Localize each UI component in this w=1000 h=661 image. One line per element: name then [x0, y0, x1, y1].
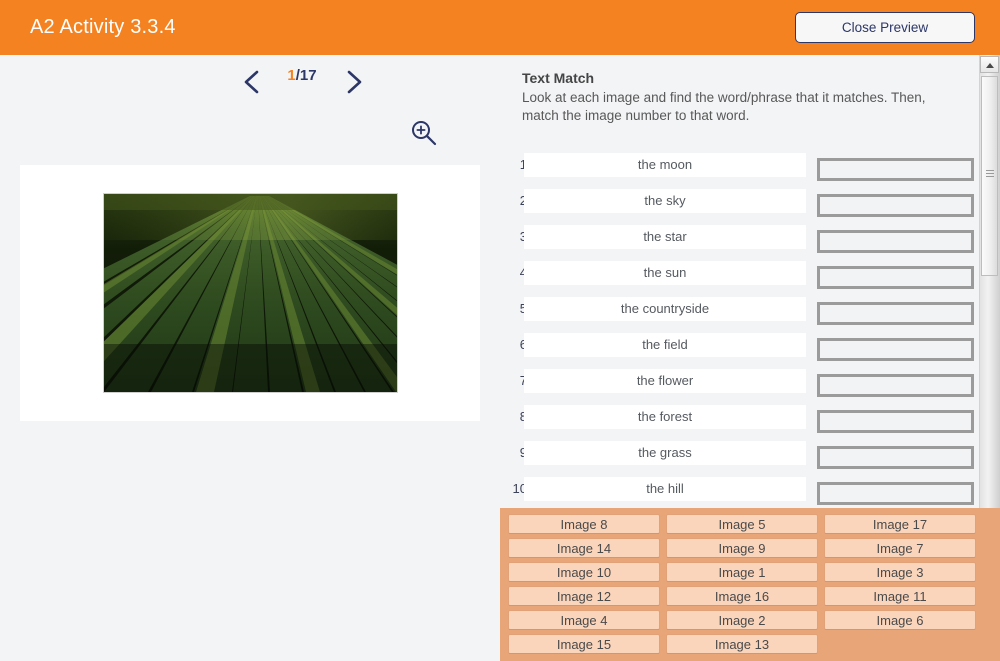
scroll-up-button[interactable] — [980, 56, 999, 73]
match-answer-dropzone[interactable] — [817, 482, 974, 505]
page-title: A2 Activity 3.3.4 — [30, 0, 176, 55]
match-word-label: the grass — [524, 441, 806, 465]
image-tile[interactable]: Image 17 — [824, 514, 976, 534]
activity-preview-window: A2 Activity 3.3.4 Close Preview 1/17 — [0, 0, 1000, 661]
image-tile[interactable]: Image 13 — [666, 634, 818, 654]
match-answer-dropzone[interactable] — [817, 158, 974, 181]
match-answer-dropzone[interactable] — [817, 446, 974, 469]
match-row: 5the countryside — [500, 297, 978, 333]
match-word-label: the field — [524, 333, 806, 357]
image-tile[interactable]: Image 8 — [508, 514, 660, 534]
page-total: 17 — [300, 67, 317, 84]
task-title: Text Match — [522, 69, 962, 87]
match-word-label: the forest — [524, 405, 806, 429]
next-image-button[interactable] — [334, 63, 372, 101]
close-preview-button[interactable]: Close Preview — [795, 12, 975, 43]
image-card — [20, 165, 480, 421]
match-word-label: the sky — [524, 189, 806, 213]
match-answer-dropzone[interactable] — [817, 374, 974, 397]
chevron-right-icon — [334, 63, 372, 101]
image-tile[interactable]: Image 1 — [666, 562, 818, 582]
image-tile[interactable]: Image 5 — [666, 514, 818, 534]
match-row: 8the forest — [500, 405, 978, 441]
match-row: 1the moon — [500, 153, 978, 189]
match-row-list: 1the moon2the sky3the star4the sun5the c… — [500, 153, 978, 513]
image-tile[interactable]: Image 15 — [508, 634, 660, 654]
match-row: 2the sky — [500, 189, 978, 225]
match-word-label: the flower — [524, 369, 806, 393]
image-tile[interactable]: Image 3 — [824, 562, 976, 582]
app-header: A2 Activity 3.3.4 Close Preview — [0, 0, 1000, 55]
image-viewer-pane: 1/17 — [0, 55, 500, 661]
match-answer-dropzone[interactable] — [817, 266, 974, 289]
page-current: 1 — [287, 67, 295, 84]
image-tile[interactable]: Image 6 — [824, 610, 976, 630]
image-tile[interactable]: Image 2 — [666, 610, 818, 630]
match-row: 3the star — [500, 225, 978, 261]
chevron-left-icon — [234, 63, 272, 101]
match-answer-dropzone[interactable] — [817, 194, 974, 217]
page-indicator: 1/17 — [272, 67, 332, 84]
image-tile[interactable]: Image 11 — [824, 586, 976, 606]
grip-lines-icon — [986, 170, 994, 179]
image-tile[interactable]: Image 4 — [508, 610, 660, 630]
image-tile[interactable]: Image 14 — [508, 538, 660, 558]
task-header: Text Match Look at each image and find t… — [522, 69, 962, 125]
viewer-navigation: 1/17 — [0, 55, 500, 110]
match-row: 7the flower — [500, 369, 978, 405]
image-tile[interactable]: Image 9 — [666, 538, 818, 558]
match-row: 6the field — [500, 333, 978, 369]
activity-image[interactable] — [103, 193, 398, 393]
tile-grid: Image 8 Image 5 Image 17 Image 14 Image 9 Ima… — [508, 514, 1000, 654]
match-answer-dropzone[interactable] — [817, 230, 974, 253]
match-word-label: the sun — [524, 261, 806, 285]
match-row: 4the sun — [500, 261, 978, 297]
match-answer-dropzone[interactable] — [817, 410, 974, 433]
image-tile[interactable]: Image 12 — [508, 586, 660, 606]
image-tile-tray: Image 8 Image 5 Image 17 Image 14 Image 9 Ima… — [500, 508, 1000, 661]
zoom-in-button[interactable] — [408, 117, 440, 149]
zoom-in-icon — [408, 117, 440, 149]
image-tile[interactable]: Image 7 — [824, 538, 976, 558]
match-word-label: the star — [524, 225, 806, 249]
match-answer-dropzone[interactable] — [817, 302, 974, 325]
match-word-label: the hill — [524, 477, 806, 501]
match-word-label: the moon — [524, 153, 806, 177]
match-word-label: the countryside — [524, 297, 806, 321]
previous-image-button[interactable] — [234, 63, 272, 101]
image-tile[interactable]: Image 16 — [666, 586, 818, 606]
task-instructions: Look at each image and find the word/phr… — [522, 89, 962, 125]
image-tile[interactable]: Image 10 — [508, 562, 660, 582]
match-row: 9the grass — [500, 441, 978, 477]
scrollbar-thumb[interactable] — [981, 76, 998, 276]
match-answer-dropzone[interactable] — [817, 338, 974, 361]
